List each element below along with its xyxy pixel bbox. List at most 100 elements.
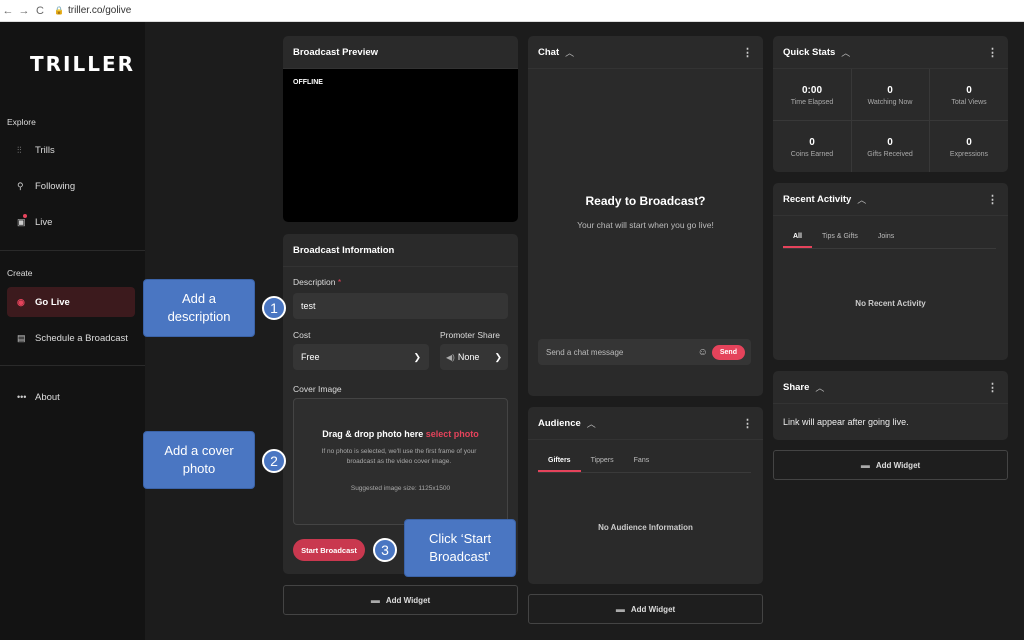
sidebar-item-go-live[interactable]: ◉ Go Live	[7, 287, 135, 317]
live-icon: ▣	[17, 216, 26, 227]
sidebar-item-about[interactable]: ••• About	[7, 382, 135, 412]
sidebar-divider	[0, 250, 145, 251]
audience-panel: Audience ︿ ⋮ Gifters Tippers Fans No Aud…	[528, 407, 763, 584]
tab-all[interactable]: All	[783, 233, 812, 248]
stat-value: 0	[887, 85, 893, 96]
stat-coins-earned: 0 Coins Earned	[773, 121, 851, 172]
start-broadcast-button[interactable]: Start Broadcast	[293, 539, 365, 561]
callout-add-cover-photo: Add a cover photo	[143, 431, 255, 489]
sidebar-item-label: Go Live	[35, 296, 70, 308]
recent-activity-tabs: All Tips & Gifts Joins	[783, 233, 996, 249]
sidebar-item-live[interactable]: ▣ Live	[7, 207, 135, 237]
chevron-down-icon: ❯	[413, 351, 421, 362]
sidebar-item-label: About	[35, 391, 60, 403]
go-live-icon: ◉	[17, 296, 25, 307]
back-icon[interactable]: ←	[0, 5, 16, 17]
cost-select[interactable]: Free ❯	[293, 344, 429, 370]
stat-value: 0	[809, 137, 815, 148]
emoji-icon[interactable]: ☺	[698, 347, 708, 358]
following-icon: ⚲	[17, 180, 24, 191]
chat-ready-title: Ready to Broadcast?	[585, 194, 706, 208]
address-bar[interactable]: triller.co/golive	[68, 5, 131, 16]
tab-tippers[interactable]: Tippers	[581, 457, 624, 472]
tab-joins[interactable]: Joins	[868, 233, 904, 248]
panel-title: Quick Stats	[783, 46, 836, 58]
sidebar-item-schedule-broadcast[interactable]: ▤ Schedule a Broadcast	[7, 323, 135, 353]
add-widget-button[interactable]: ▬ Add Widget	[773, 450, 1008, 480]
panel-title: Chat	[538, 46, 560, 58]
kebab-menu-icon[interactable]: ⋮	[987, 46, 998, 59]
tab-tips-gifts[interactable]: Tips & Gifts	[812, 233, 868, 248]
panel-title: Broadcast Information	[293, 244, 395, 256]
description-input[interactable]: test	[293, 293, 508, 319]
panel-title: Broadcast Preview	[293, 46, 379, 58]
chevron-down-icon: ❯	[494, 351, 502, 362]
speaker-icon: ◀)	[446, 352, 455, 362]
stat-value: 0	[966, 137, 972, 148]
select-photo-link[interactable]: select photo	[426, 429, 479, 439]
add-widget-label: Add Widget	[875, 460, 921, 470]
panel-header: Recent Activity ︿ ⋮	[773, 183, 1008, 216]
share-link-placeholder: Link will appear after going live.	[783, 417, 909, 427]
stat-value: 0	[966, 85, 972, 96]
stat-label: Coins Earned	[790, 151, 834, 158]
required-mark: *	[337, 277, 342, 287]
broadcast-preview-panel: Broadcast Preview OFFLINE	[283, 36, 518, 222]
explore-section-label: Explore	[7, 117, 36, 127]
browser-toolbar: ← → C 🔒 triller.co/golive	[0, 0, 1024, 22]
add-widget-label: Add Widget	[385, 595, 431, 605]
step-badge-2: 2	[262, 449, 286, 473]
offline-status: OFFLINE	[293, 79, 323, 86]
panel-header: Broadcast Information	[283, 234, 518, 267]
stat-label: Expressions	[949, 151, 989, 158]
sidebar-item-label: Schedule a Broadcast	[35, 332, 128, 344]
stat-value: 0	[887, 137, 893, 148]
audience-tabs: Gifters Tippers Fans	[538, 457, 751, 473]
stat-total-views: 0 Total Views	[930, 69, 1008, 121]
stat-label: Watching Now	[867, 99, 913, 106]
recent-activity-panel: Recent Activity ︿ ⋮ All Tips & Gifts Joi…	[773, 183, 1008, 360]
promoter-share-value: None	[457, 352, 480, 362]
sidebar-item-trills[interactable]: ⫶⫶ Trills	[7, 135, 135, 165]
send-button[interactable]: Send	[711, 344, 745, 360]
cover-image-dropzone[interactable]: Drag & drop photo here select photo If n…	[293, 398, 508, 525]
kebab-menu-icon[interactable]: ⋮	[987, 381, 998, 394]
step-badge-1: 1	[262, 296, 286, 320]
kebab-menu-icon[interactable]: ⋮	[987, 193, 998, 206]
stat-label: Time Elapsed	[790, 99, 834, 106]
chevron-up-icon[interactable]: ︿	[565, 46, 574, 59]
sidebar-item-label: Trills	[35, 144, 55, 156]
panel-title: Audience	[538, 417, 581, 429]
sidebar-divider	[0, 365, 145, 366]
sidebar: TRILLER Explore ⫶⫶ Trills ⚲ Following ▣ …	[0, 22, 145, 640]
reload-icon[interactable]: C	[32, 5, 48, 17]
add-widget-button[interactable]: ▬ Add Widget	[283, 585, 518, 615]
chevron-up-icon[interactable]: ︿	[587, 417, 596, 430]
chat-input[interactable]: Send a chat message ☺ Send	[538, 339, 751, 365]
panel-header: Chat ︿ ⋮	[528, 36, 763, 69]
kebab-menu-icon[interactable]: ⋮	[742, 46, 753, 59]
create-section-label: Create	[7, 268, 33, 278]
quick-stats-panel: Quick Stats ︿ ⋮ 0:00 Time Elapsed 0 Watc…	[773, 36, 1008, 172]
cost-value: Free	[301, 352, 320, 362]
panel-title: Share	[783, 381, 810, 393]
add-widget-button[interactable]: ▬ Add Widget	[528, 594, 763, 624]
chevron-up-icon[interactable]: ︿	[857, 193, 866, 206]
chevron-up-icon[interactable]: ︿	[841, 46, 850, 59]
stat-label: Gifts Received	[867, 151, 913, 158]
forward-icon[interactable]: →	[16, 5, 32, 17]
promoter-share-select[interactable]: ◀) None ❯	[440, 344, 508, 370]
sidebar-item-following[interactable]: ⚲ Following	[7, 171, 135, 201]
chevron-up-icon[interactable]: ︿	[815, 381, 824, 394]
suggested-size-text: Suggested image size: 1125x1500	[350, 485, 451, 492]
callout-add-description: Add a description	[143, 279, 255, 337]
chat-placeholder: Send a chat message	[546, 347, 624, 357]
panel-header: Audience ︿ ⋮	[528, 407, 763, 440]
tab-fans[interactable]: Fans	[624, 457, 660, 472]
triller-logo[interactable]: TRILLER	[30, 52, 135, 76]
kebab-menu-icon[interactable]: ⋮	[742, 417, 753, 430]
stat-label: Total Views	[951, 99, 987, 106]
share-panel: Share ︿ ⋮ Link will appear after going l…	[773, 371, 1008, 440]
tab-gifters[interactable]: Gifters	[538, 457, 581, 472]
more-icon: •••	[17, 392, 27, 402]
